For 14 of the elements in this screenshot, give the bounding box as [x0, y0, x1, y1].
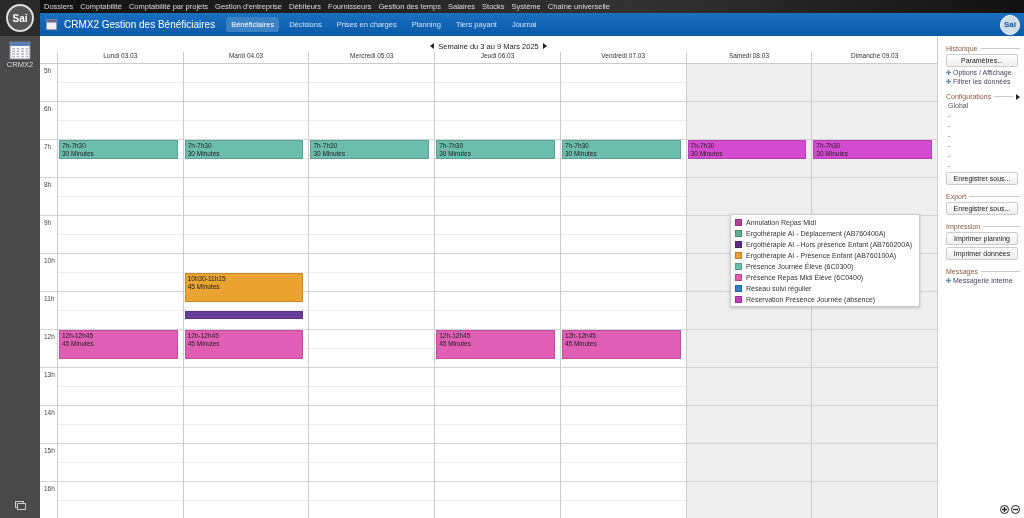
module-icon	[46, 19, 57, 30]
previous-week-button[interactable]	[429, 42, 436, 50]
calendar-icon	[9, 40, 31, 60]
logo: Sai	[1000, 14, 1020, 35]
plus-icon	[946, 70, 951, 75]
expand-arrow-icon[interactable]	[1016, 93, 1020, 100]
plus-icon	[946, 79, 951, 84]
plus-icon	[946, 278, 951, 283]
module-title: CRMX2 Gestion des Bénéficiaires	[64, 19, 216, 30]
zoom-in-button[interactable]	[1000, 505, 1009, 514]
windows-icon[interactable]	[14, 501, 26, 510]
zoom-out-button[interactable]	[1011, 505, 1020, 514]
logo: Sai	[6, 4, 34, 32]
next-week-button[interactable]	[541, 42, 548, 50]
